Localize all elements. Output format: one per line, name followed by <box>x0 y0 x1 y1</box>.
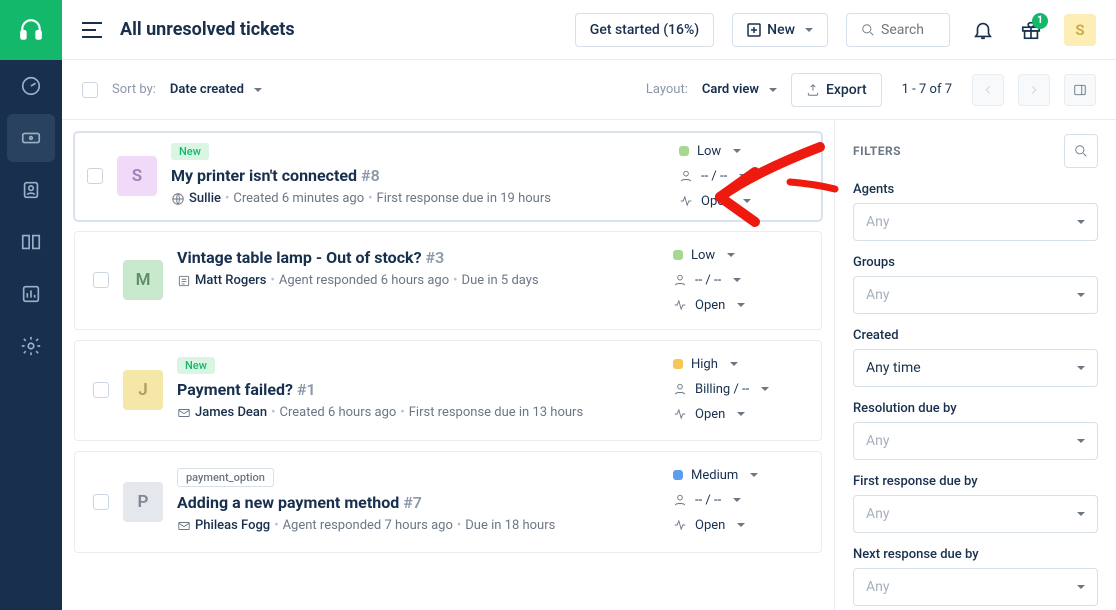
select-all-checkbox[interactable] <box>82 82 98 98</box>
ticket-badge: payment_option <box>177 468 274 487</box>
sort-dropdown[interactable]: Date created <box>170 82 262 97</box>
ticket-title[interactable]: Payment failed? #1 <box>177 380 659 399</box>
status-dropdown[interactable]: Open <box>679 194 809 209</box>
filter-select[interactable]: Any <box>853 422 1098 460</box>
ticket-badge: New <box>177 357 215 374</box>
ticket-card[interactable]: M Vintage table lamp - Out of stock? #3 … <box>74 231 822 330</box>
ticket-meta: Agent responded 6 hours ago <box>279 271 449 292</box>
filter-search-icon[interactable] <box>1064 134 1098 168</box>
contact-avatar: J <box>123 370 163 410</box>
filter-select[interactable]: Any <box>853 495 1098 533</box>
ticket-author[interactable]: James Dean <box>195 403 267 424</box>
next-page-button[interactable] <box>1018 74 1050 106</box>
filter-label: Groups <box>853 255 1098 270</box>
filters-panel: FILTERS Agents Any Groups Any Created An… <box>834 120 1116 610</box>
priority-dropdown[interactable]: High <box>673 357 803 372</box>
top-bar: All unresolved tickets Get started (16%)… <box>62 0 1116 60</box>
ticket-title[interactable]: My printer isn't connected #8 <box>171 166 665 185</box>
nav-solutions-icon[interactable] <box>7 218 55 266</box>
export-button[interactable]: Export <box>791 73 882 107</box>
filter-label: Resolution due by <box>853 401 1098 416</box>
hamburger-icon[interactable] <box>82 22 102 38</box>
priority-dropdown[interactable]: Low <box>673 248 803 263</box>
ticket-due: First response due in 19 hours <box>377 189 551 210</box>
ticket-checkbox[interactable] <box>93 382 109 398</box>
filter-label: Agents <box>853 182 1098 197</box>
prev-page-button[interactable] <box>972 74 1004 106</box>
app-logo[interactable] <box>0 0 62 60</box>
ticket-due: First response due in 13 hours <box>409 403 583 424</box>
gift-badge: 1 <box>1032 13 1048 29</box>
page-title: All unresolved tickets <box>120 19 557 40</box>
filters-heading: FILTERS <box>853 144 901 158</box>
filter-select[interactable]: Any <box>853 276 1098 314</box>
nav-reports-icon[interactable] <box>7 270 55 318</box>
layout-label: Layout: <box>646 82 688 97</box>
status-dropdown[interactable]: Open <box>673 518 803 533</box>
pagination-range: 1 - 7 of 7 <box>902 82 952 97</box>
contact-avatar: M <box>123 260 163 300</box>
ticket-author[interactable]: Matt Rogers <box>195 271 266 292</box>
ticket-card[interactable]: S New My printer isn't connected #8 Sull… <box>74 132 822 221</box>
notifications-icon[interactable] <box>968 19 998 41</box>
group-agent-dropdown[interactable]: -- / -- <box>673 273 803 288</box>
ticket-author[interactable]: Phileas Fogg <box>195 516 270 537</box>
contact-avatar: P <box>123 482 163 522</box>
source-icon <box>177 406 191 420</box>
sort-label: Sort by: <box>112 82 156 97</box>
nav-contacts-icon[interactable] <box>7 166 55 214</box>
ticket-checkbox[interactable] <box>93 272 109 288</box>
gift-icon[interactable]: 1 <box>1016 19 1046 41</box>
ticket-meta: Agent responded 7 hours ago <box>283 516 453 537</box>
source-icon <box>177 519 191 533</box>
ticket-checkbox[interactable] <box>93 494 109 510</box>
search-input[interactable] <box>881 22 935 38</box>
list-toolbar: Sort by: Date created Layout: Card view … <box>62 60 1116 120</box>
ticket-card[interactable]: P payment_option Adding a new payment me… <box>74 451 822 554</box>
priority-dropdown[interactable]: Low <box>679 144 809 159</box>
ticket-author[interactable]: Sullie <box>189 189 221 210</box>
user-avatar[interactable]: S <box>1064 14 1096 46</box>
filter-select[interactable]: Any <box>853 203 1098 241</box>
ticket-title[interactable]: Vintage table lamp - Out of stock? #3 <box>177 248 659 267</box>
left-nav-rail <box>0 0 62 610</box>
filter-label: Next response due by <box>853 547 1098 562</box>
group-agent-dropdown[interactable]: -- / -- <box>679 169 809 184</box>
get-started-button[interactable]: Get started (16%) <box>575 13 714 47</box>
group-agent-dropdown[interactable]: Billing / -- <box>673 382 803 397</box>
nav-dashboard-icon[interactable] <box>7 62 55 110</box>
nav-tickets-icon[interactable] <box>7 114 55 162</box>
ticket-badge: New <box>171 143 209 160</box>
filter-select[interactable]: Any <box>853 568 1098 606</box>
sidebar-toggle-icon[interactable] <box>1064 74 1096 106</box>
contact-avatar: S <box>117 156 157 196</box>
ticket-meta: Created 6 minutes ago <box>233 189 364 210</box>
new-button[interactable]: New <box>732 13 828 47</box>
search-button[interactable] <box>846 13 950 47</box>
ticket-due: Due in 5 days <box>462 271 539 292</box>
status-dropdown[interactable]: Open <box>673 298 803 313</box>
ticket-list: S New My printer isn't connected #8 Sull… <box>62 120 834 610</box>
source-icon <box>171 192 185 206</box>
ticket-meta: Created 6 hours ago <box>280 403 397 424</box>
group-agent-dropdown[interactable]: -- / -- <box>673 493 803 508</box>
ticket-title[interactable]: Adding a new payment method #7 <box>177 493 659 512</box>
ticket-checkbox[interactable] <box>87 168 103 184</box>
filter-select[interactable]: Any time <box>853 349 1098 387</box>
ticket-card[interactable]: J New Payment failed? #1 James Dean •Cre… <box>74 340 822 441</box>
status-dropdown[interactable]: Open <box>673 407 803 422</box>
layout-dropdown[interactable]: Card view <box>702 82 777 97</box>
source-icon <box>177 274 191 288</box>
ticket-due: Due in 18 hours <box>465 516 555 537</box>
nav-settings-icon[interactable] <box>7 322 55 370</box>
filter-label: First response due by <box>853 474 1098 489</box>
filter-label: Created <box>853 328 1098 343</box>
priority-dropdown[interactable]: Medium <box>673 468 803 483</box>
